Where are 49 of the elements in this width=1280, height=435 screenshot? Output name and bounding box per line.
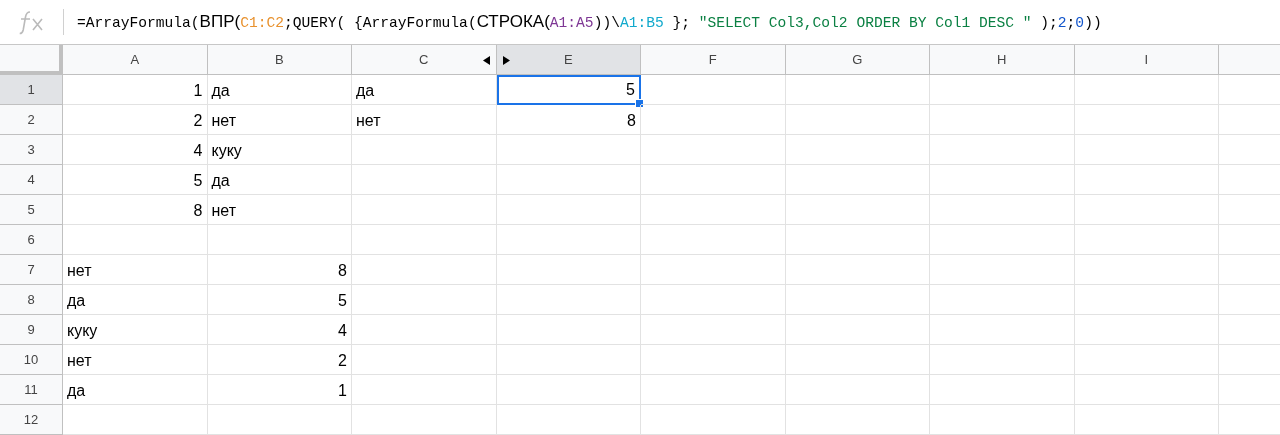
row-header[interactable]: 1 xyxy=(0,75,63,105)
table-cell: 1 xyxy=(207,375,352,405)
row-header[interactable]: 5 xyxy=(0,195,63,225)
table-cell: 8 xyxy=(207,255,352,285)
arrow-left-icon[interactable] xyxy=(482,56,490,65)
table-cell: 5 xyxy=(207,285,352,315)
table-cell: куку xyxy=(63,315,208,345)
column-header[interactable]: E xyxy=(563,52,573,67)
column-header[interactable]: I xyxy=(1144,52,1149,67)
row-header[interactable]: 3 xyxy=(0,135,63,165)
column-header[interactable]: G xyxy=(852,52,863,67)
table-cell: да xyxy=(63,375,208,405)
table-cell: 4 xyxy=(63,135,208,165)
function-icon xyxy=(17,9,46,35)
formula-input[interactable]: =ArrayFormula(ВПР(C1:C2;QUERY( {ArrayFormula(СТРОКА(A1:A5))\A1:B5 }; "SELECT Col3,Col2 ORDER BY Col1 DESC " );2;0)) xyxy=(77,12,1102,32)
table-cell: нет xyxy=(207,195,352,225)
arrow-right-icon[interactable] xyxy=(502,56,510,65)
row-header[interactable]: 12 xyxy=(0,405,63,435)
row-header[interactable]: 4 xyxy=(0,165,63,195)
table-cell: нет xyxy=(63,345,208,375)
table-cell: 1 xyxy=(63,75,208,105)
table-cell: нет xyxy=(352,105,497,135)
table-cell: 4 xyxy=(207,315,352,345)
column-header[interactable]: H xyxy=(997,52,1007,67)
table-cell: 2 xyxy=(207,345,352,375)
fill-handle[interactable] xyxy=(635,99,644,108)
column-header[interactable]: C xyxy=(419,52,429,67)
row-header[interactable]: 7 xyxy=(0,255,63,285)
table-cell: да xyxy=(63,285,208,315)
selected-cell[interactable]: 5 xyxy=(496,75,641,105)
column-header[interactable]: A xyxy=(130,52,140,67)
column-header[interactable]: F xyxy=(708,52,717,67)
table-cell: куку xyxy=(207,135,352,165)
table-cell: 8 xyxy=(63,195,208,225)
row-header[interactable]: 10 xyxy=(0,345,63,375)
row-header[interactable]: 2 xyxy=(0,105,63,135)
table-cell: 8 xyxy=(496,105,641,135)
table-cell: нет xyxy=(63,255,208,285)
row-header[interactable]: 11 xyxy=(0,375,63,405)
table-cell: 2 xyxy=(63,105,208,135)
table-cell: нет xyxy=(207,105,352,135)
table-cell: да xyxy=(352,75,497,105)
table-cell: да xyxy=(207,165,352,195)
row-header[interactable]: 6 xyxy=(0,225,63,255)
table-cell: 5 xyxy=(63,165,208,195)
table-cell: да xyxy=(207,75,352,105)
column-header[interactable]: B xyxy=(274,52,284,67)
row-header[interactable]: 9 xyxy=(0,315,63,345)
row-header[interactable]: 8 xyxy=(0,285,63,315)
